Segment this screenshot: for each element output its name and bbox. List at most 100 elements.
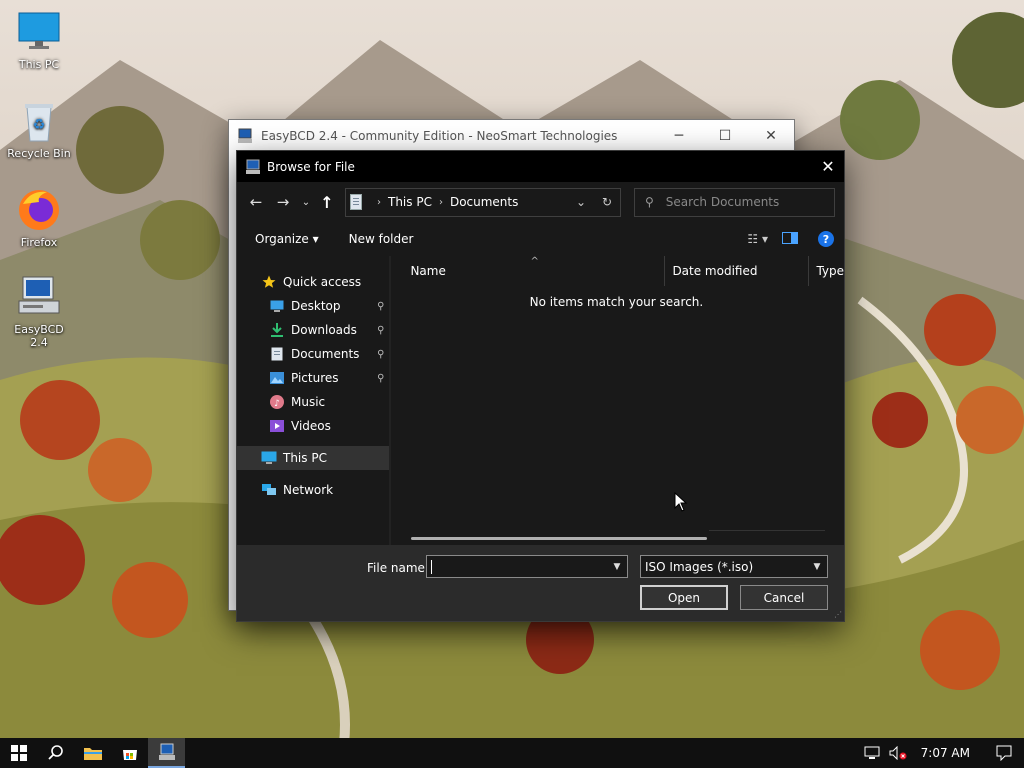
nav-item-documents[interactable]: Documents ⚲ — [237, 342, 390, 366]
easybcd-small-icon — [245, 159, 261, 175]
easybcd-icon — [17, 275, 61, 319]
breadcrumb-separator: › — [438, 196, 443, 208]
search-icon — [47, 745, 63, 760]
preview-pane-button[interactable] — [782, 231, 798, 247]
organize-button[interactable]: Organize ▾ — [255, 232, 319, 246]
monitor-icon — [261, 450, 277, 466]
start-button[interactable] — [0, 738, 37, 768]
svg-text:♪: ♪ — [274, 399, 280, 409]
desktop-icon-this-pc[interactable]: This PC — [4, 10, 74, 71]
nav-quick-access[interactable]: Quick access — [237, 270, 390, 294]
taskbar-clock[interactable]: 7:07 AM — [921, 746, 970, 760]
preview-pane-icon — [782, 231, 798, 244]
nav-item-label: Network — [283, 483, 334, 497]
file-name-input[interactable]: ▼ — [426, 555, 628, 578]
desktop-icon-label: EasyBCD 2.4 — [14, 323, 64, 349]
pin-icon: ⚲ — [377, 300, 385, 312]
file-name-label: File name: — [367, 561, 429, 575]
window-title: EasyBCD 2.4 - Community Edition - NeoSma… — [261, 128, 618, 143]
dialog-title: Browse for File — [267, 159, 355, 174]
nav-item-pictures[interactable]: Pictures ⚲ — [237, 366, 390, 390]
file-list-pane: ^ Name Date modified Type No items match… — [391, 256, 844, 545]
cancel-button[interactable]: Cancel — [740, 585, 828, 610]
file-type-filter-select[interactable]: ISO Images (*.iso) ▼ — [640, 555, 828, 578]
taskbar-store[interactable] — [111, 738, 148, 768]
easybcd-icon — [158, 743, 175, 760]
sort-caret-icon: ^ — [530, 256, 539, 267]
taskbar-easybcd[interactable] — [148, 738, 185, 768]
search-placeholder: Search Documents — [665, 195, 780, 209]
mouse-pointer-icon — [674, 491, 688, 512]
firefox-icon — [17, 188, 61, 232]
store-icon — [122, 750, 137, 760]
dialog-titlebar[interactable]: Browse for File ✕ — [237, 151, 844, 182]
desktop-icon-easybcd[interactable]: EasyBCD 2.4 — [4, 275, 74, 349]
recycle-bin-icon: ♻ — [17, 99, 61, 143]
nav-item-label: Videos — [291, 419, 331, 433]
search-button[interactable] — [37, 738, 74, 768]
navigation-pane: Quick access Desktop ⚲ Downloads ⚲ Docum… — [237, 256, 392, 545]
dialog-close-button[interactable]: ✕ — [812, 151, 844, 182]
column-header-name[interactable]: Name — [391, 256, 666, 286]
column-headers: ^ Name Date modified Type — [391, 256, 844, 286]
address-bar[interactable]: › This PC › Documents ⌄ ↻ — [345, 187, 621, 217]
nav-item-label: This PC — [283, 451, 327, 465]
breadcrumb-documents[interactable]: Documents — [450, 195, 518, 209]
taskbar: 7:07 AM — [0, 738, 1024, 768]
minimize-button[interactable]: ─ — [656, 120, 702, 151]
dialog-footer: File name: ▼ ISO Images (*.iso) ▼ Open C… — [237, 545, 844, 621]
breadcrumb-separator: › — [377, 196, 381, 208]
resize-grip-icon[interactable]: ⋰ — [834, 610, 842, 619]
back-button[interactable]: ← — [245, 190, 267, 214]
desktop-icon-label: Recycle Bin — [7, 147, 71, 160]
music-icon: ♪ — [269, 394, 285, 410]
windows-logo-icon — [10, 745, 27, 761]
view-options-button[interactable]: ☷ ▾ — [747, 232, 768, 246]
pin-icon: ⚲ — [377, 324, 385, 336]
address-dropdown-button[interactable]: ⌄ — [568, 195, 594, 209]
up-button[interactable]: ↑ — [316, 190, 338, 214]
search-icon: ⚲ — [645, 195, 654, 209]
chevron-down-icon[interactable]: ▼ — [607, 562, 627, 572]
action-center-button[interactable] — [984, 738, 1024, 768]
help-button[interactable]: ? — [818, 231, 834, 247]
horizontal-scrollbar-thumb[interactable] — [411, 537, 708, 540]
nav-item-videos[interactable]: Videos — [237, 414, 390, 438]
command-bar: Organize ▾ New folder ☷ ▾ ? — [237, 222, 844, 256]
maximize-button[interactable]: ☐ — [702, 120, 748, 151]
nav-this-pc[interactable]: This PC — [237, 446, 391, 470]
close-button[interactable]: ✕ — [748, 120, 794, 151]
search-box[interactable]: ⚲ Search Documents — [634, 187, 835, 217]
chevron-down-icon: ▼ — [813, 561, 821, 572]
easybcd-titlebar[interactable]: EasyBCD 2.4 - Community Edition - NeoSma… — [229, 120, 794, 151]
column-header-type[interactable]: Type — [809, 256, 844, 286]
volume-muted-icon[interactable] — [889, 738, 907, 768]
recent-locations-button[interactable]: ⌄ — [299, 190, 313, 214]
desktop-icon-recycle-bin[interactable]: ♻ Recycle Bin — [4, 99, 74, 160]
notification-icon — [996, 745, 1012, 761]
desktop-icon-firefox[interactable]: Firefox — [4, 188, 74, 249]
nav-item-label: Documents — [291, 347, 360, 361]
breadcrumb-this-pc[interactable]: This PC — [388, 195, 432, 209]
open-button[interactable]: Open — [640, 585, 728, 610]
column-header-date-modified[interactable]: Date modified — [665, 256, 810, 286]
monitor-icon — [17, 10, 61, 54]
nav-network[interactable]: Network — [237, 478, 390, 502]
new-folder-button[interactable]: New folder — [349, 232, 414, 246]
empty-folder-message: No items match your search. — [529, 295, 704, 309]
taskbar-file-explorer[interactable] — [74, 738, 111, 768]
nav-item-label: Pictures — [291, 371, 339, 385]
desktop-icon-label: Firefox — [20, 236, 58, 249]
nav-item-music[interactable]: ♪ Music — [237, 390, 390, 414]
nav-item-label: Music — [291, 395, 326, 409]
videos-icon — [269, 418, 285, 434]
network-status-icon[interactable] — [863, 738, 881, 768]
nav-item-desktop[interactable]: Desktop ⚲ — [237, 294, 390, 318]
document-icon — [350, 194, 362, 210]
forward-button[interactable]: → — [272, 190, 294, 214]
svg-text:♻: ♻ — [33, 117, 46, 133]
nav-item-downloads[interactable]: Downloads ⚲ — [237, 318, 390, 342]
nav-item-label: Desktop — [291, 299, 341, 313]
browse-for-file-dialog: Browse for File ✕ ← → ⌄ ↑ › This PC › Do… — [236, 150, 845, 622]
refresh-button[interactable]: ↻ — [594, 195, 620, 209]
